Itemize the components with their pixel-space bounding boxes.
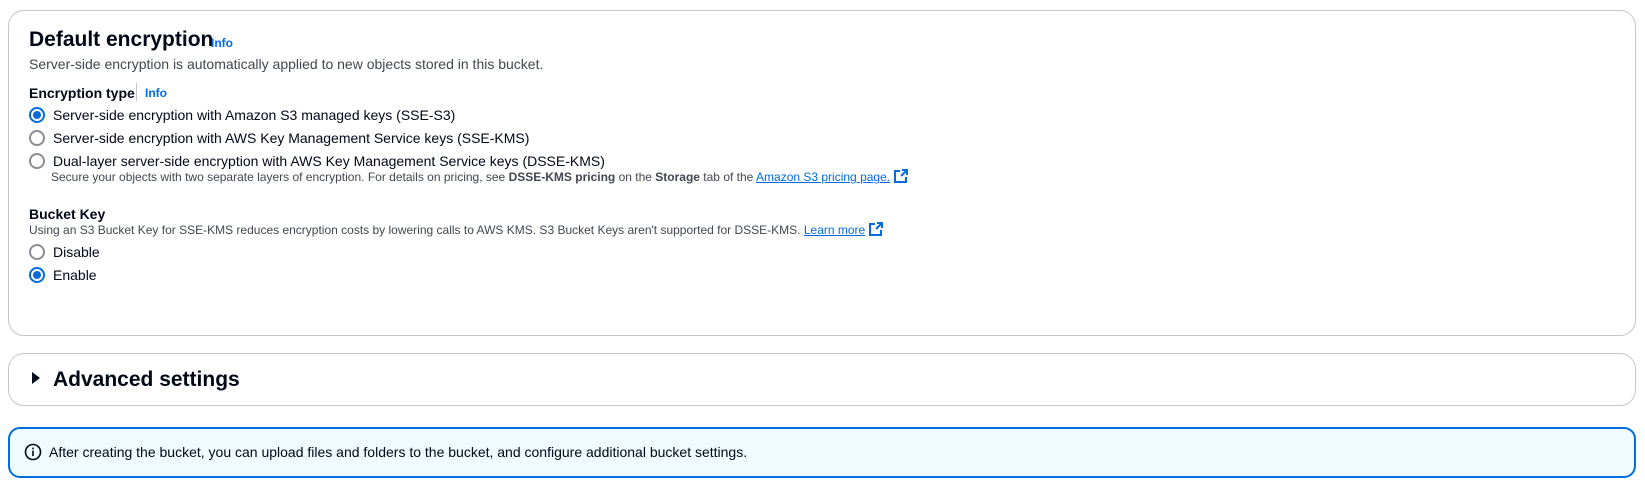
dsse-desc-bold-storage: Storage — [655, 170, 700, 184]
dsse-desc-suffix: tab of the — [699, 170, 757, 184]
radio-sse-s3-label: Server-side encryption with Amazon S3 ma… — [53, 107, 456, 123]
bucket-key-desc-text: Using an S3 Bucket Key for SSE-KMS reduc… — [29, 223, 804, 237]
radio-dsse-kms-label: Dual-layer server-side encryption with A… — [53, 153, 605, 169]
radio-button[interactable] — [29, 244, 45, 260]
learn-more-link[interactable]: Learn more — [804, 223, 865, 237]
dsse-desc-mid: on the — [615, 170, 656, 184]
radio-button-checked[interactable] — [29, 107, 45, 123]
encryption-type-label: Encryption type — [29, 85, 135, 101]
dsse-desc-bold-pricing: DSSE-KMS pricing — [508, 170, 616, 184]
radio-button-checked[interactable] — [29, 267, 45, 283]
default-encryption-panel: Default encryption Info Server-side encr… — [8, 10, 1636, 336]
encryption-type-info-link[interactable]: Info — [145, 86, 167, 100]
radio-disable-label: Disable — [53, 244, 100, 260]
s3-pricing-page-link[interactable]: Amazon S3 pricing page. — [756, 170, 890, 184]
info-flash-message: After creating the bucket, you can uploa… — [8, 427, 1636, 478]
external-link-icon[interactable] — [894, 169, 909, 186]
bucket-key-label: Bucket Key — [29, 206, 106, 222]
external-link-icon[interactable] — [869, 222, 884, 239]
dsse-desc-prefix: Secure your objects with two separate la… — [51, 170, 509, 184]
advanced-settings-panel: Advanced settings — [8, 353, 1636, 406]
info-circle-icon — [24, 443, 42, 466]
default-encryption-info-link[interactable]: Info — [211, 36, 233, 50]
caret-right-icon[interactable] — [31, 371, 41, 389]
bucket-key-description: Using an S3 Bucket Key for SSE-KMS reduc… — [29, 222, 884, 239]
info-flash-text: After creating the bucket, you can uploa… — [49, 444, 748, 460]
label-divider — [136, 83, 137, 101]
radio-enable-label: Enable — [53, 267, 97, 283]
radio-sse-kms-label: Server-side encryption with AWS Key Mana… — [53, 130, 530, 146]
radio-button[interactable] — [29, 153, 45, 169]
advanced-settings-title[interactable]: Advanced settings — [53, 368, 240, 392]
radio-bucket-key-enable[interactable]: Enable — [29, 265, 97, 285]
advanced-settings-toggle[interactable]: Advanced settings — [31, 368, 240, 392]
radio-button[interactable] — [29, 130, 45, 146]
default-encryption-description: Server-side encryption is automatically … — [29, 56, 544, 72]
radio-dsse-kms[interactable]: Dual-layer server-side encryption with A… — [29, 151, 605, 171]
dsse-kms-description: Secure your objects with two separate la… — [51, 169, 909, 186]
radio-bucket-key-disable[interactable]: Disable — [29, 242, 100, 262]
radio-sse-s3[interactable]: Server-side encryption with Amazon S3 ma… — [29, 105, 455, 125]
default-encryption-title: Default encryption — [29, 28, 214, 51]
radio-sse-kms[interactable]: Server-side encryption with AWS Key Mana… — [29, 128, 529, 148]
